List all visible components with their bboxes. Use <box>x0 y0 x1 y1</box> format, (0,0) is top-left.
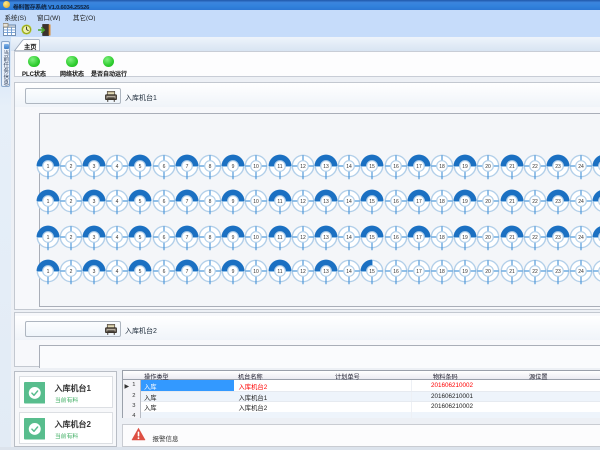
svg-text:2: 2 <box>69 164 72 170</box>
svg-text:15: 15 <box>370 164 376 170</box>
svg-text:4: 4 <box>116 199 119 205</box>
svg-text:14: 14 <box>346 164 352 170</box>
svg-text:23: 23 <box>555 269 561 275</box>
svg-text:20: 20 <box>486 164 492 170</box>
svg-text:21: 21 <box>509 164 515 170</box>
svg-text:1: 1 <box>46 164 49 170</box>
svg-text:1: 1 <box>46 199 49 205</box>
svg-text:20: 20 <box>486 269 492 275</box>
svg-text:6: 6 <box>162 164 165 170</box>
svg-text:4: 4 <box>116 269 119 275</box>
svg-text:9: 9 <box>232 199 235 205</box>
svg-text:5: 5 <box>139 164 142 170</box>
svg-text:7: 7 <box>185 269 188 275</box>
svg-text:14: 14 <box>346 269 352 275</box>
svg-text:12: 12 <box>300 199 306 205</box>
svg-text:16: 16 <box>393 234 399 240</box>
svg-text:18: 18 <box>439 199 445 205</box>
svg-text:15: 15 <box>370 234 376 240</box>
svg-text:9: 9 <box>232 164 235 170</box>
svg-text:21: 21 <box>509 199 515 205</box>
svg-text:20: 20 <box>486 234 492 240</box>
svg-text:17: 17 <box>416 234 422 240</box>
svg-text:24: 24 <box>578 234 584 240</box>
svg-text:24: 24 <box>578 269 584 275</box>
svg-text:10: 10 <box>254 234 260 240</box>
svg-text:4: 4 <box>116 164 119 170</box>
svg-text:19: 19 <box>462 164 468 170</box>
svg-text:12: 12 <box>300 269 306 275</box>
svg-text:16: 16 <box>393 164 399 170</box>
svg-text:11: 11 <box>277 269 282 275</box>
svg-text:11: 11 <box>277 234 282 240</box>
svg-text:16: 16 <box>393 269 399 275</box>
svg-text:1: 1 <box>46 269 49 275</box>
svg-text:15: 15 <box>370 199 376 205</box>
svg-text:17: 17 <box>416 269 422 275</box>
svg-text:18: 18 <box>439 164 445 170</box>
svg-text:8: 8 <box>209 199 212 205</box>
svg-text:22: 22 <box>532 234 538 240</box>
svg-text:1: 1 <box>46 234 49 240</box>
svg-text:23: 23 <box>555 234 561 240</box>
svg-text:14: 14 <box>346 234 352 240</box>
svg-text:18: 18 <box>439 269 445 275</box>
svg-text:3: 3 <box>93 164 96 170</box>
svg-text:23: 23 <box>555 199 561 205</box>
svg-text:23: 23 <box>555 164 561 170</box>
svg-text:7: 7 <box>185 234 188 240</box>
svg-text:19: 19 <box>462 269 468 275</box>
svg-text:12: 12 <box>300 234 306 240</box>
svg-text:7: 7 <box>185 199 188 205</box>
svg-text:7: 7 <box>185 164 188 170</box>
svg-text:6: 6 <box>162 269 165 275</box>
svg-text:5: 5 <box>139 234 142 240</box>
svg-text:19: 19 <box>462 234 468 240</box>
svg-text:3: 3 <box>93 199 96 205</box>
svg-text:8: 8 <box>209 269 212 275</box>
svg-text:22: 22 <box>532 164 538 170</box>
svg-text:9: 9 <box>232 269 235 275</box>
svg-text:13: 13 <box>323 199 329 205</box>
svg-text:12: 12 <box>300 164 306 170</box>
svg-text:3: 3 <box>93 269 96 275</box>
svg-text:13: 13 <box>323 234 329 240</box>
svg-text:2: 2 <box>69 199 72 205</box>
svg-text:2: 2 <box>69 234 72 240</box>
svg-text:11: 11 <box>277 164 282 170</box>
svg-text:6: 6 <box>162 199 165 205</box>
svg-text:24: 24 <box>578 199 584 205</box>
svg-text:5: 5 <box>139 269 142 275</box>
svg-text:15: 15 <box>370 269 376 275</box>
svg-text:22: 22 <box>532 269 538 275</box>
svg-text:10: 10 <box>254 164 260 170</box>
svg-text:13: 13 <box>323 164 329 170</box>
svg-text:17: 17 <box>416 164 422 170</box>
svg-text:4: 4 <box>116 234 119 240</box>
svg-text:5: 5 <box>139 199 142 205</box>
svg-text:18: 18 <box>439 234 445 240</box>
svg-text:6: 6 <box>162 234 165 240</box>
svg-text:22: 22 <box>532 199 538 205</box>
svg-text:24: 24 <box>578 164 584 170</box>
svg-text:10: 10 <box>254 269 260 275</box>
svg-text:10: 10 <box>254 199 260 205</box>
svg-text:9: 9 <box>232 234 235 240</box>
svg-text:11: 11 <box>277 199 282 205</box>
svg-text:8: 8 <box>209 234 212 240</box>
svg-text:8: 8 <box>209 164 212 170</box>
svg-text:2: 2 <box>69 269 72 275</box>
svg-text:16: 16 <box>393 199 399 205</box>
svg-text:13: 13 <box>323 269 329 275</box>
svg-text:21: 21 <box>509 234 515 240</box>
svg-text:19: 19 <box>462 199 468 205</box>
svg-text:14: 14 <box>346 199 352 205</box>
svg-text:20: 20 <box>486 199 492 205</box>
svg-text:21: 21 <box>509 269 515 275</box>
svg-text:17: 17 <box>416 199 422 205</box>
svg-text:3: 3 <box>93 234 96 240</box>
